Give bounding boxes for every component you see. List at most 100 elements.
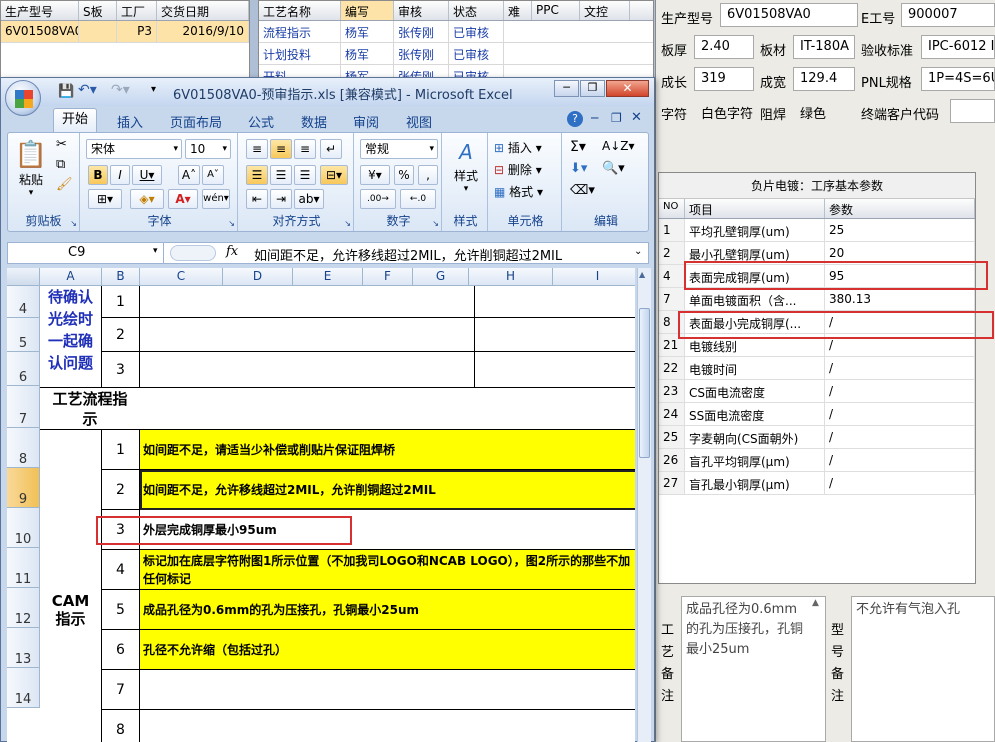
minimize-icon[interactable]: ─ <box>554 80 579 97</box>
name-box[interactable]: C9 <box>8 243 164 263</box>
pending-cell[interactable] <box>140 318 475 352</box>
row-header[interactable]: 12 <box>7 588 40 628</box>
clear-icon[interactable]: ⌫▾ <box>570 183 595 198</box>
row-header[interactable]: 11 <box>7 548 40 588</box>
col-header[interactable]: S板 <box>79 1 117 20</box>
underline-button[interactable]: U▾ <box>132 165 162 185</box>
align-left-icon[interactable]: ☰ <box>246 165 268 185</box>
undo-icon[interactable]: ↶▾ <box>78 82 97 98</box>
tab-insert[interactable]: 插入 <box>117 112 143 131</box>
dialog-launcher-icon[interactable]: ↘ <box>70 219 77 228</box>
pending-cell[interactable] <box>475 286 635 318</box>
wrap-text-icon[interactable]: ↵ <box>320 139 342 159</box>
column-header[interactable]: A <box>40 268 102 286</box>
column-header[interactable]: G <box>413 268 469 286</box>
col-header[interactable]: 工艺名称 <box>259 1 341 20</box>
align-center-icon[interactable]: ☰ <box>270 165 292 185</box>
tab-view[interactable]: 视图 <box>406 112 432 131</box>
insert-function-icon[interactable]: fx <box>226 244 238 259</box>
chevron-down-icon[interactable]: ▾ <box>153 246 158 256</box>
grow-font-icon[interactable]: A˄ <box>178 165 200 185</box>
table-row[interactable]: 22 电镀时间 / <box>659 357 975 380</box>
cut-icon[interactable]: ✂ <box>56 137 67 152</box>
excel-window[interactable]: 💾 ↶▾ ↷▾ ▾ 6V01508VA0-预审指示.xls [兼容模式] - M… <box>0 77 655 742</box>
col-header[interactable]: 审核 <box>394 1 449 20</box>
scroll-up-icon[interactable]: ▲ <box>639 270 645 279</box>
number-format-select[interactable]: 常规 ▾ <box>360 139 438 159</box>
row-header[interactable]: 9 <box>7 468 40 508</box>
fill-color-icon[interactable]: ◈▾ <box>130 189 164 209</box>
row-header[interactable]: 14 <box>7 668 40 708</box>
model-field[interactable]: 6V01508VA0 <box>720 3 858 27</box>
bold-button[interactable]: B <box>88 165 108 185</box>
col-header[interactable]: 生产型号 <box>1 1 79 20</box>
table-row[interactable]: 流程指示 杨军 张传刚 已审核 <box>259 21 653 43</box>
restore-icon[interactable]: ❐ <box>580 80 605 97</box>
styles-button[interactable]: A 样式 ▾ <box>449 137 483 199</box>
column-header[interactable]: E <box>293 268 363 286</box>
sort-filter-icon[interactable]: A↓Z▾ <box>602 139 635 153</box>
qat-chevron-icon[interactable]: ▾ <box>151 84 156 95</box>
model-note-text[interactable]: 不允许有气泡入孔 <box>851 596 995 742</box>
currency-icon[interactable]: ¥▾ <box>360 165 390 185</box>
cam-instruction[interactable]: 成品孔径为0.6mm的孔为压接孔，孔铜最小25um <box>140 590 635 630</box>
dialog-launcher-icon[interactable]: ↘ <box>432 219 439 228</box>
param-grid[interactable]: 负片电镀：工序基本参数 NO 项目 参数 1 平均孔壁铜厚(um) 25 2 最小孔壁铜… <box>658 172 976 584</box>
align-bottom-icon[interactable]: ≡ <box>294 139 316 159</box>
vertical-scrollbar[interactable]: ▲ <box>637 268 651 742</box>
table-row[interactable]: 6V01508VA0 P3 2016/9/10 <box>1 21 249 43</box>
select-all-corner[interactable] <box>7 268 40 286</box>
help-icon[interactable]: ? <box>567 111 583 127</box>
ribbon-restore-icon[interactable]: ❐ <box>611 111 622 125</box>
material-field[interactable]: IT-180A <box>793 35 855 59</box>
phonetic-icon[interactable]: wén▾ <box>202 189 230 209</box>
delete-cells-button[interactable]: ⊟ 删除 ▾ <box>494 161 542 178</box>
column-header[interactable]: I <box>553 268 635 286</box>
align-top-icon[interactable]: ≡ <box>246 139 268 159</box>
insert-cells-button[interactable]: ⊞ 插入 ▾ <box>494 139 542 156</box>
length-field[interactable]: 319 <box>694 67 754 91</box>
pending-cell[interactable] <box>140 286 475 318</box>
dialog-launcher-icon[interactable]: ↘ <box>228 219 235 228</box>
table-row[interactable]: 26 盲孔平均铜厚(μm) / <box>659 449 975 472</box>
font-name-select[interactable]: 宋体 ▾ <box>86 139 182 159</box>
font-color-icon[interactable]: A▾ <box>168 189 198 209</box>
tab-page-layout[interactable]: 页面布局 <box>170 112 222 131</box>
merge-center-icon[interactable]: ⊟▾ <box>320 165 348 185</box>
orientation-icon[interactable]: ab▾ <box>294 189 324 209</box>
paste-button[interactable]: 📋 粘贴 ▾ <box>14 139 48 199</box>
col-header[interactable]: 编写 <box>341 1 394 20</box>
decrease-indent-icon[interactable]: ⇤ <box>246 189 268 209</box>
column-header[interactable]: B <box>102 268 140 286</box>
font-size-select[interactable]: 10 ▾ <box>185 139 231 159</box>
col-header[interactable]: 状态 <box>449 1 504 20</box>
pending-cell[interactable] <box>475 318 635 352</box>
ribbon-minimize-icon[interactable]: ─ <box>591 111 598 125</box>
align-middle-icon[interactable]: ≡ <box>270 139 292 159</box>
table-row[interactable]: 27 盲孔最小铜厚(μm) / <box>659 472 975 495</box>
workbook-close-icon[interactable]: ✕ <box>631 110 642 125</box>
table-row[interactable]: 计划投料 杨军 张传刚 已审核 <box>259 43 653 65</box>
cam-instruction[interactable]: 如间距不足，允许移线超过2MIL，允许削铜超过2MIL <box>140 470 635 510</box>
redo-icon[interactable]: ↷▾ <box>111 82 130 98</box>
process-grid[interactable]: 工艺名称 编写 审核 状态 难 PPC 文控 流程指示 杨军 张传刚 已审核 计… <box>258 0 654 87</box>
col-header[interactable]: 交货日期 <box>157 1 249 20</box>
cam-instruction[interactable]: 标记加在底层字符附图1所示位置（不加我司LOGO和NCAB LOGO），图2所示… <box>140 550 635 590</box>
cam-instruction[interactable]: 如间距不足，请适当少补偿或削贴片保证阻焊桥 <box>140 430 635 470</box>
title-bar[interactable]: 💾 ↶▾ ↷▾ ▾ 6V01508VA0-预审指示.xls [兼容模式] - M… <box>1 78 654 116</box>
cam-instruction[interactable] <box>140 710 635 742</box>
column-header[interactable]: D <box>223 268 293 286</box>
row-header[interactable]: 6 <box>7 352 40 386</box>
standard-field[interactable]: IPC-6012 I <box>921 35 995 59</box>
row-header[interactable]: 5 <box>7 318 40 352</box>
row-header[interactable]: 13 <box>7 628 40 668</box>
col-header[interactable]: 难 <box>504 1 532 20</box>
width-field[interactable]: 129.4 <box>793 67 855 91</box>
format-cells-button[interactable]: ▦ 格式 ▾ <box>494 183 543 200</box>
italic-button[interactable]: I <box>110 165 130 185</box>
thickness-field[interactable]: 2.40 <box>694 35 754 59</box>
cam-instruction[interactable]: 孔径不允许缩（包括过孔） <box>140 630 635 670</box>
row-header[interactable]: 7 <box>7 386 40 428</box>
copy-icon[interactable]: ⧉ <box>56 157 65 172</box>
increase-indent-icon[interactable]: ⇥ <box>270 189 292 209</box>
